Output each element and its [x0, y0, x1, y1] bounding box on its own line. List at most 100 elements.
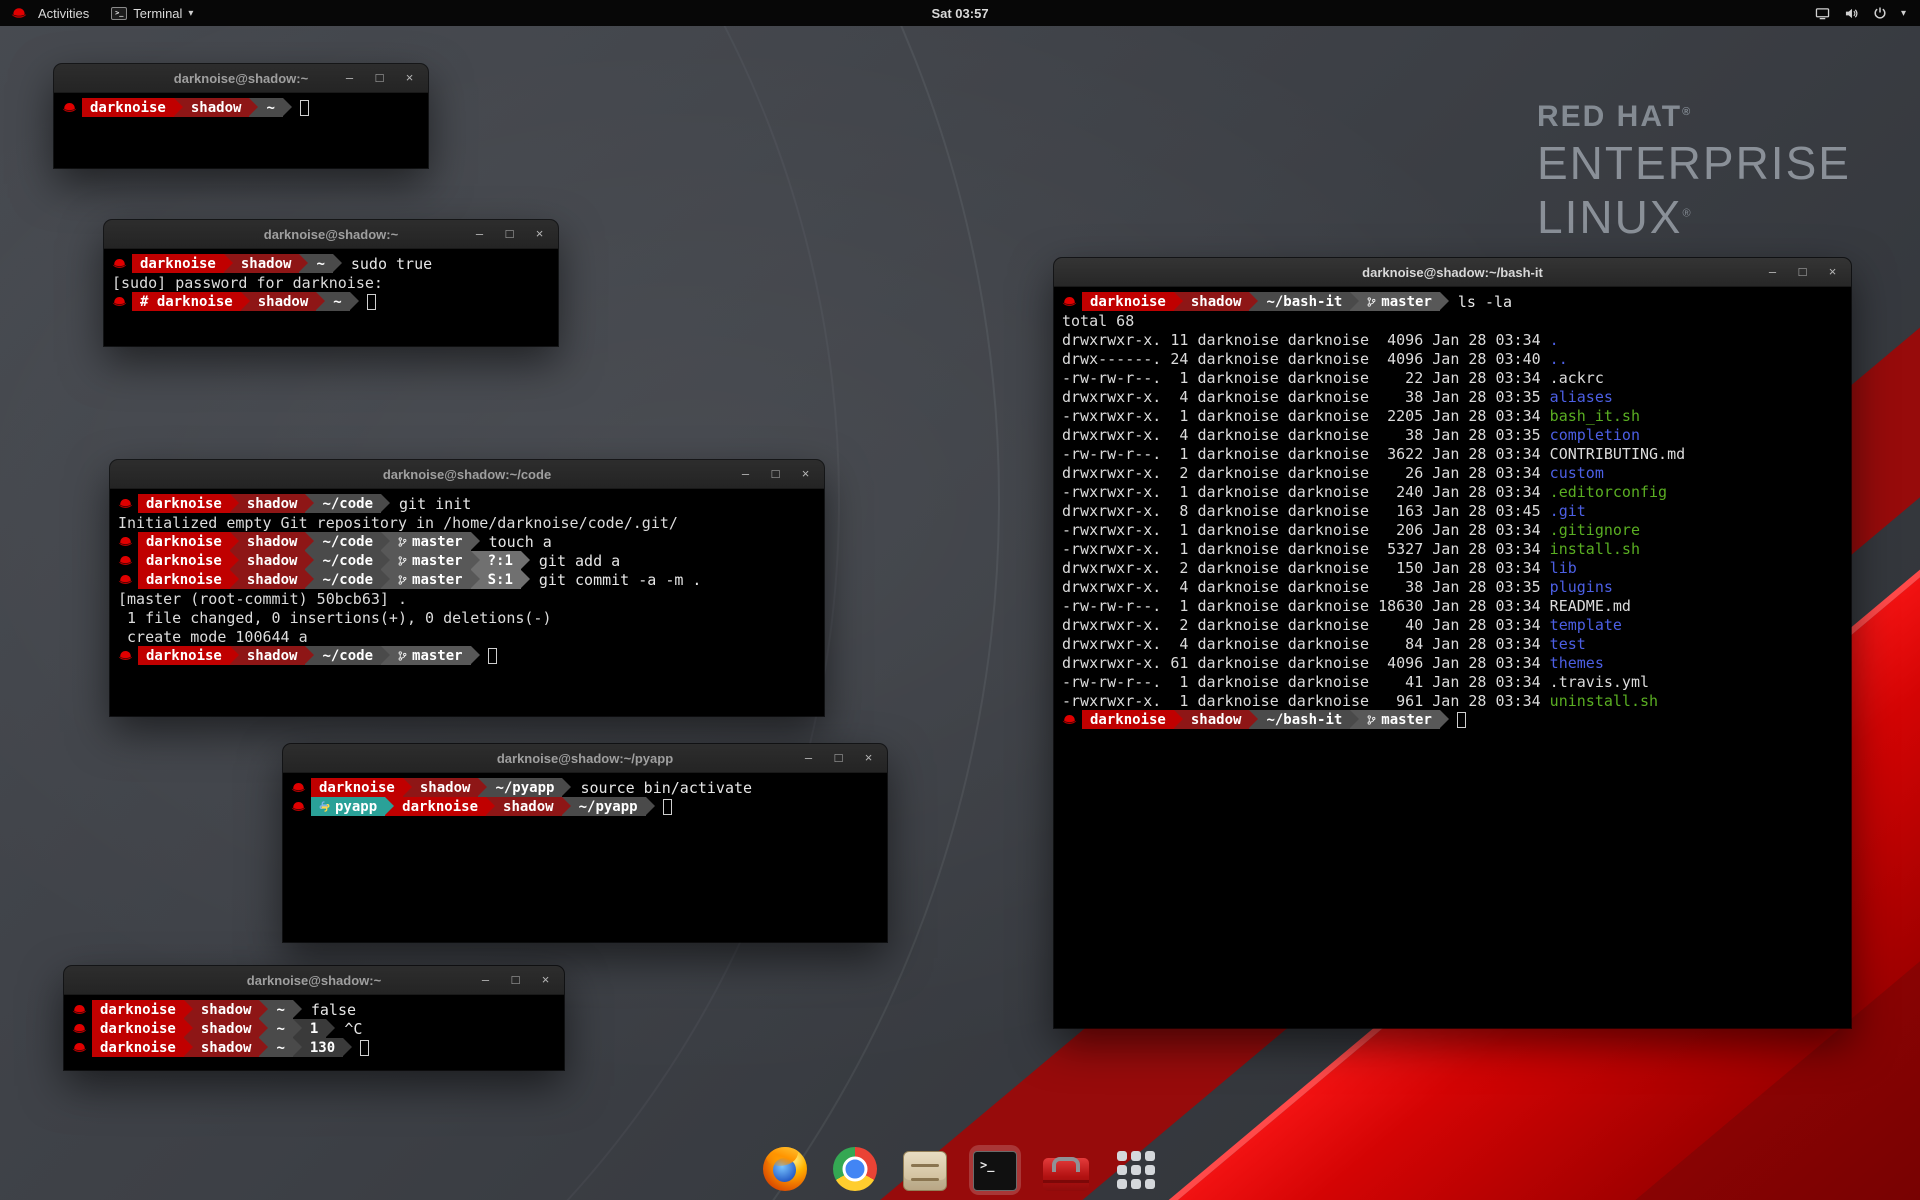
- volume-icon[interactable]: [1844, 7, 1859, 20]
- dock-item-firefox[interactable]: [759, 1143, 811, 1195]
- maximize-button[interactable]: □: [502, 226, 517, 242]
- prompt-segment-path: ~/code: [314, 646, 381, 665]
- terminal-window-4[interactable]: darknoise@shadow:~/pyapp–□×darknoiseshad…: [283, 744, 887, 942]
- dock-item-apps[interactable]: [1111, 1145, 1161, 1195]
- terminal-line: darknoiseshadow~1^C: [72, 1019, 556, 1038]
- window-titlebar[interactable]: darknoise@shadow:~–□×: [104, 220, 558, 249]
- activities-button[interactable]: Activities: [0, 0, 100, 26]
- terminal-screen[interactable]: darknoiseshadow~falsedarknoiseshadow~1^C…: [64, 995, 564, 1062]
- prompt-segment-user: darknoise: [92, 1019, 184, 1038]
- file-name: .: [1550, 331, 1559, 349]
- app-menu-terminal[interactable]: >_ Terminal ▾: [100, 0, 204, 26]
- terminal-screen[interactable]: darknoiseshadow~: [54, 93, 428, 122]
- terminal-line: drwxrwxr-x. 2 darknoise darknoise 26 Jan…: [1062, 463, 1843, 482]
- prompt-segment-git: master: [390, 551, 471, 570]
- prompt-segment-host: shadow: [1183, 292, 1250, 311]
- chevron-down-icon: ▾: [1901, 8, 1906, 19]
- prompt-segment-git: master: [390, 570, 471, 589]
- command-text: git add a: [539, 552, 620, 570]
- file-name: themes: [1550, 654, 1604, 672]
- powerline-separator: [1440, 292, 1449, 311]
- wordmark-redhat: RED HAT®: [1537, 100, 1851, 134]
- terminal-screen[interactable]: darknoiseshadow~/bash-itmasterls -latota…: [1054, 287, 1851, 734]
- close-button[interactable]: ×: [861, 750, 876, 766]
- close-button[interactable]: ×: [1825, 264, 1840, 280]
- powerline-separator: [381, 551, 390, 570]
- prompt-segment-user: darknoise: [138, 646, 230, 665]
- output-text: drwxrwxr-x. 2 darknoise darknoise 26 Jan…: [1062, 464, 1550, 482]
- terminal-window-1[interactable]: darknoise@shadow:~–□×darknoiseshadow~: [54, 64, 428, 168]
- maximize-button[interactable]: □: [372, 70, 387, 86]
- dock-item-files[interactable]: [899, 1143, 951, 1195]
- close-button[interactable]: ×: [402, 70, 417, 86]
- power-icon[interactable]: [1873, 6, 1887, 20]
- terminal-window-5[interactable]: darknoise@shadow:~–□×darknoiseshadow~fal…: [64, 966, 564, 1070]
- terminal-line: darknoiseshadow~/bash-itmasterls -la: [1062, 292, 1843, 311]
- terminal-window-3[interactable]: darknoise@shadow:~/code–□ × darknoiseshado…: [110, 460, 824, 716]
- prompt-segment-host: shadow: [495, 797, 562, 816]
- display-icon[interactable]: [1815, 7, 1830, 20]
- powerline-separator: [293, 1038, 302, 1057]
- terminal-screen[interactable]: darknoiseshadow~/pyappsource bin/activat…: [283, 773, 887, 821]
- terminal-line: -rw-rw-r--. 1 darknoise darknoise 18630 …: [1062, 596, 1843, 615]
- window-titlebar[interactable]: darknoise@shadow:~/bash-it–□×: [1054, 258, 1851, 287]
- dock-item-chrome[interactable]: [829, 1143, 881, 1195]
- app-grid-dot: [1131, 1179, 1141, 1189]
- file-name: ..: [1550, 350, 1568, 368]
- maximize-button[interactable]: □: [508, 972, 523, 988]
- minimize-button[interactable]: –: [1765, 264, 1780, 280]
- minimize-button[interactable]: –: [738, 466, 753, 482]
- prompt-segment-git: master: [390, 532, 471, 551]
- powerline-separator: [381, 646, 390, 665]
- terminal-line: darknoiseshadow~/codemasterS:1git commit…: [118, 570, 816, 589]
- clock[interactable]: Sat 03:57: [931, 6, 988, 21]
- terminal-window-2[interactable]: darknoise@shadow:~–□×darknoiseshadow~sud…: [104, 220, 558, 346]
- dock-item-terminal[interactable]: >_: [969, 1145, 1021, 1195]
- output-text: drwxrwxr-x. 11 darknoise darknoise 4096 …: [1062, 331, 1550, 349]
- window-title: darknoise@shadow:~/code: [110, 467, 824, 482]
- terminal-screen[interactable]: darknoiseshadow~sudo true[sudo] password…: [104, 249, 558, 316]
- powerline-separator: [259, 1000, 268, 1019]
- app-grid-dot: [1145, 1165, 1155, 1175]
- terminal-window-6[interactable]: darknoise@shadow:~/bash-it–□×darknoisesh…: [1054, 258, 1851, 1028]
- powerline-separator: [326, 1019, 335, 1038]
- window-titlebar[interactable]: darknoise@shadow:~–□×: [64, 966, 564, 995]
- minimize-button[interactable]: –: [472, 226, 487, 242]
- app-grid-dot: [1117, 1165, 1127, 1175]
- prompt-segment-user: darknoise: [138, 551, 230, 570]
- window-titlebar[interactable]: darknoise@shadow:~/pyapp–□×: [283, 744, 887, 773]
- minimize-button[interactable]: –: [342, 70, 357, 86]
- prompt-segment-user: darknoise: [138, 494, 230, 513]
- window-titlebar[interactable]: darknoise@shadow:~/code–□ ×: [110, 460, 824, 489]
- file-name: README.md: [1550, 597, 1631, 615]
- prompt-segment-venv: pyapp: [311, 797, 385, 816]
- terminal-screen[interactable]: darknoiseshadow~/codegit initInitialized…: [110, 489, 824, 670]
- redhat-prompt-icon: [118, 650, 133, 661]
- powerline-separator: [230, 532, 239, 551]
- maximize-button[interactable]: □: [1795, 264, 1810, 280]
- minimize-button[interactable]: –: [478, 972, 493, 988]
- maximize-button[interactable]: □: [831, 750, 846, 766]
- prompt-segment-path: ~/pyapp: [571, 797, 646, 816]
- maximize-button[interactable]: □: [768, 466, 783, 482]
- prompt-segment-user: darknoise: [92, 1038, 184, 1057]
- close-button[interactable]: ×: [532, 226, 547, 242]
- close-button[interactable]: ×: [538, 972, 553, 988]
- prompt-segment-host: shadow: [193, 1019, 260, 1038]
- prompt-segment-user: # darknoise: [132, 292, 241, 311]
- files-icon: [903, 1151, 947, 1191]
- minimize-button[interactable]: –: [801, 750, 816, 766]
- output-text: drwxrwxr-x. 4 darknoise darknoise 38 Jan…: [1062, 426, 1550, 444]
- powerline-separator: [293, 1019, 302, 1038]
- python-icon: [319, 801, 330, 812]
- powerline-separator: [521, 570, 530, 589]
- terminal-cursor: [663, 799, 672, 815]
- terminal-line: drwxrwxr-x. 11 darknoise darknoise 4096 …: [1062, 330, 1843, 349]
- window-titlebar[interactable]: darknoise@shadow:~–□×: [54, 64, 428, 93]
- window-buttons: –□ ×: [738, 466, 824, 482]
- system-status-area[interactable]: ▾: [1815, 0, 1920, 26]
- terminal-line: total 68: [1062, 311, 1843, 330]
- powerline-separator: [333, 254, 342, 273]
- dock-item-software[interactable]: [1039, 1145, 1093, 1195]
- close-button[interactable]: ×: [798, 466, 813, 482]
